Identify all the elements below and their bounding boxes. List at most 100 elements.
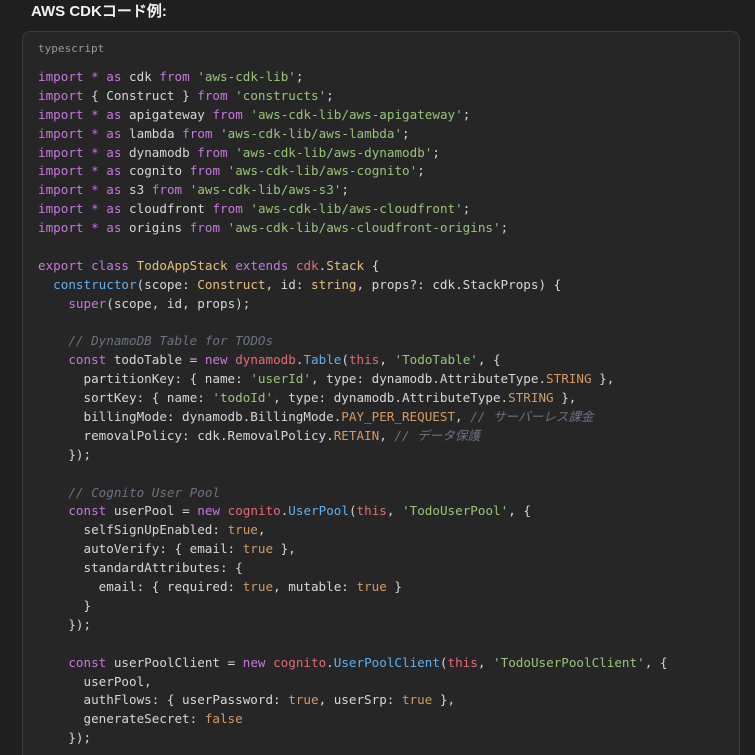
code-token-plain: userPool, (38, 673, 152, 689)
code-content[interactable]: import * as cdk from 'aws-cdk-lib'; impor… (38, 68, 667, 748)
code-token-plain: authFlows: { userPassword: (38, 692, 289, 708)
code-token-comment: // データ保護 (394, 427, 481, 443)
code-token-keyword: from (189, 220, 221, 236)
code-token-keyword: import (38, 163, 84, 179)
code-token-plain: ; (326, 87, 334, 103)
code-token-namespace: cognito (227, 503, 281, 519)
code-token-bool: true (242, 579, 274, 595)
code-token-keyword: import (38, 182, 84, 198)
code-token-builtin: this (447, 654, 478, 670)
code-token-keyword: * (91, 182, 99, 198)
code-token-plain: , (257, 522, 266, 538)
code-line: import * as s3 from 'aws-cdk-lib/aws-s3'… (38, 181, 667, 200)
code-token-plain: (scope: (136, 276, 198, 292)
code-token-keyword: import (38, 69, 84, 84)
code-token-plain: }, (591, 371, 615, 387)
code-token-keyword: from (189, 163, 221, 179)
code-token-plain: autoVerify: { email: (38, 541, 243, 557)
code-token-bool: false (204, 711, 243, 727)
code-line: import * as apigateway from 'aws-cdk-lib… (38, 106, 667, 125)
code-token-bool: true (401, 692, 433, 708)
code-line: const userPoolClient = new cognito.UserP… (38, 654, 667, 673)
code-token-plain: , mutable: (273, 579, 357, 595)
code-token-const: STRING (546, 371, 592, 387)
code-token-keyword: * (91, 163, 99, 179)
code-line: import * as cognito from 'aws-cdk-lib/aw… (38, 162, 667, 181)
code-token-class: TodoAppStack (136, 257, 228, 273)
code-token-plain: ; (417, 163, 425, 179)
code-line: export class TodoAppStack extends cdk.St… (38, 257, 667, 276)
code-token-plain: ; (432, 144, 440, 160)
code-token-plain: cdk (121, 69, 160, 84)
code-line: // DynamoDB Table for TODOs (38, 332, 667, 351)
code-token-keyword: as (106, 220, 122, 236)
code-token-plain: , props?: cdk.StackProps) { (356, 276, 562, 292)
code-token-func: UserPool (288, 503, 349, 519)
code-line: selfSignUpEnabled: true, (38, 521, 667, 540)
code-token-plain: , (477, 654, 494, 670)
section-heading: AWS CDKコード例: (31, 3, 167, 20)
code-token-plain: lambda (121, 125, 183, 141)
code-token-plain: { Construct } (83, 87, 198, 103)
code-token-plain: ; (462, 201, 471, 217)
code-token-const: PAY_PER_REQUEST (341, 409, 456, 425)
code-token-plain: userPoolClient = (106, 654, 243, 670)
code-token-plain: ; (341, 182, 349, 198)
code-token-namespace: cdk (295, 257, 319, 273)
code-token-plain: s3 (121, 182, 152, 198)
code-block[interactable]: typescript import * as cdk from 'aws-cdk… (22, 31, 740, 755)
code-token-string: 'aws-cdk-lib/aws-s3' (189, 182, 342, 198)
code-token-func: constructor (53, 276, 137, 292)
code-token-plain: . (326, 654, 334, 670)
code-token-const: STRING (508, 390, 554, 406)
code-token-keyword: as (106, 163, 122, 179)
code-token-type: Construct (197, 276, 266, 292)
code-token-keyword: from (212, 106, 243, 122)
code-token-plain: ; (500, 220, 509, 236)
code-token-plain: cloudfront (121, 201, 213, 217)
code-token-string: 'aws-cdk-lib/aws-dynamodb' (235, 144, 433, 160)
code-line: }); (38, 616, 667, 635)
code-token-keyword: new (242, 654, 266, 670)
code-line: const todoTable = new dynamodb.Table(thi… (38, 351, 667, 370)
code-line: }); (38, 729, 667, 748)
code-token-string: 'TodoUserPool' (402, 503, 509, 519)
code-token-plain: todoTable = (106, 352, 205, 368)
code-token-keyword: from (159, 69, 190, 84)
code-token-string: 'todoId' (212, 390, 274, 406)
code-token-plain: }); (38, 446, 92, 462)
code-token-keyword: as (106, 125, 122, 141)
code-token-string: 'TodoTable' (394, 352, 478, 368)
code-token-keyword: const (68, 503, 107, 519)
code-token-plain: , { (508, 503, 531, 519)
code-token-plain: { (364, 257, 380, 273)
code-token-plain: }); (38, 730, 92, 746)
code-token-namespace: cognito (273, 654, 327, 670)
code-token-plain: cognito (121, 163, 190, 179)
code-token-keyword: * (91, 125, 99, 141)
code-token-plain: }, (432, 692, 456, 708)
code-token-keyword: const (68, 352, 107, 368)
code-token-plain: (scope, id, props); (106, 295, 251, 311)
code-token-keyword: new (204, 352, 228, 368)
code-token-bool: true (242, 541, 274, 557)
code-token-plain: origins (121, 220, 190, 236)
